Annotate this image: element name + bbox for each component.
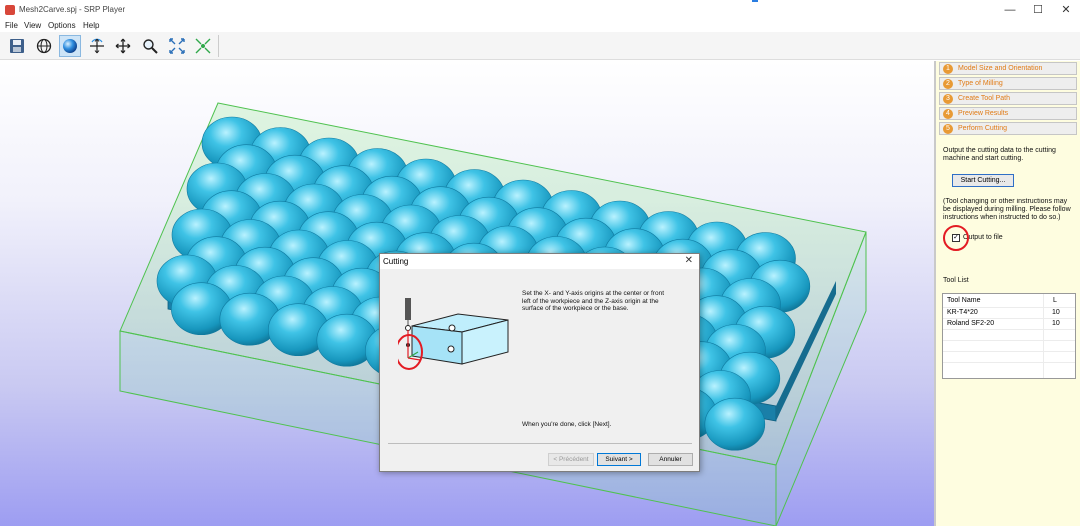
close-button[interactable]: ✕ — [1052, 2, 1080, 18]
move-icon[interactable] — [112, 35, 134, 57]
workflow-panel: 1 Model Size and Orientation 2 Type of M… — [934, 61, 1080, 526]
grid-line — [943, 307, 1075, 308]
menu-view[interactable]: View — [24, 21, 41, 30]
step-number: 5 — [943, 124, 953, 134]
step-label: Model Size and Orientation — [958, 65, 1043, 72]
tool-name-cell: KR-T4*20 — [947, 309, 978, 316]
step-type-of-milling[interactable]: 2 Type of Milling — [939, 77, 1077, 90]
title-bar: Mesh2Carve.spj - SRP Player — ☐ ✕ — [0, 0, 1080, 20]
menu-file[interactable]: File — [5, 21, 18, 30]
dialog-separator — [388, 443, 692, 444]
previous-button[interactable]: < Précédent — [548, 453, 594, 466]
cancel-button[interactable]: Annuler — [648, 453, 693, 466]
step-number: 2 — [943, 79, 953, 89]
window-title: Mesh2Carve.spj - SRP Player — [19, 5, 126, 14]
fit-icon[interactable] — [166, 35, 188, 57]
grid-line — [943, 318, 1075, 319]
dialog-title: Cutting — [383, 257, 409, 266]
toolbar — [0, 32, 1080, 60]
grid-line — [943, 362, 1075, 363]
sphere-icon[interactable] — [59, 35, 81, 57]
title-accent — [752, 0, 758, 2]
save-icon[interactable] — [6, 35, 28, 57]
zoom-icon[interactable] — [139, 35, 161, 57]
maximize-button[interactable]: ☐ — [1024, 2, 1052, 18]
tool-list-header: Tool Name L — [943, 296, 1075, 307]
step-number: 4 — [943, 109, 953, 119]
minimize-button[interactable]: — — [996, 2, 1024, 18]
dialog-title-bar: Cutting ✕ — [380, 254, 699, 269]
grid-line — [1043, 294, 1044, 378]
fit-all-icon[interactable] — [192, 35, 214, 57]
step-label: Perform Cutting — [958, 125, 1008, 132]
header-tool-name: Tool Name — [947, 297, 981, 304]
highlight-circle — [943, 225, 969, 251]
step-label: Type of Milling — [958, 80, 1003, 87]
toolbar-separator — [218, 35, 219, 57]
globe-icon[interactable] — [33, 35, 55, 57]
header-length: L — [1053, 297, 1057, 304]
cutting-dialog: Cutting ✕ Set the X- and Y-axis origins … — [379, 253, 700, 472]
step-number: 3 — [943, 94, 953, 104]
tool-name-cell: Roland SF2-20 — [947, 320, 995, 327]
rotate-icon[interactable] — [86, 35, 108, 57]
step-perform-cutting[interactable]: 5 Perform Cutting — [939, 122, 1077, 135]
dialog-close-button[interactable]: ✕ — [685, 255, 693, 266]
step-preview-results[interactable]: 4 Preview Results — [939, 107, 1077, 120]
dialog-instruction: Set the X- and Y-axis origins at the cen… — [522, 290, 664, 312]
tool-list-title: Tool List — [943, 277, 969, 284]
step-label: Preview Results — [958, 110, 1009, 117]
menu-bar: File View Options Help — [0, 20, 1080, 32]
cutting-intro-text: Output the cutting data to the cutting m… — [943, 147, 1056, 162]
step-model-size[interactable]: 1 Model Size and Orientation — [939, 62, 1077, 75]
step-number: 1 — [943, 64, 953, 74]
tool-length-cell: 10 — [1052, 309, 1060, 316]
app-icon — [5, 5, 15, 15]
dialog-done-text: When you're done, click [Next]. — [522, 421, 612, 428]
grid-line — [943, 329, 1075, 330]
origin-illustration — [398, 298, 509, 370]
menu-help[interactable]: Help — [83, 21, 99, 30]
mesh-bump — [704, 397, 766, 451]
grid-line — [943, 340, 1075, 341]
menu-options[interactable]: Options — [48, 21, 76, 30]
start-cutting-button[interactable]: Start Cutting... — [952, 174, 1014, 187]
tool-length-cell: 10 — [1052, 320, 1060, 327]
step-create-tool-path[interactable]: 3 Create Tool Path — [939, 92, 1077, 105]
tool-list-table: Tool Name L KR-T4*20 10 Roland SF2-20 10 — [942, 293, 1076, 379]
grid-line — [943, 351, 1075, 352]
next-button[interactable]: Suivant > — [597, 453, 641, 466]
step-label: Create Tool Path — [958, 95, 1011, 102]
